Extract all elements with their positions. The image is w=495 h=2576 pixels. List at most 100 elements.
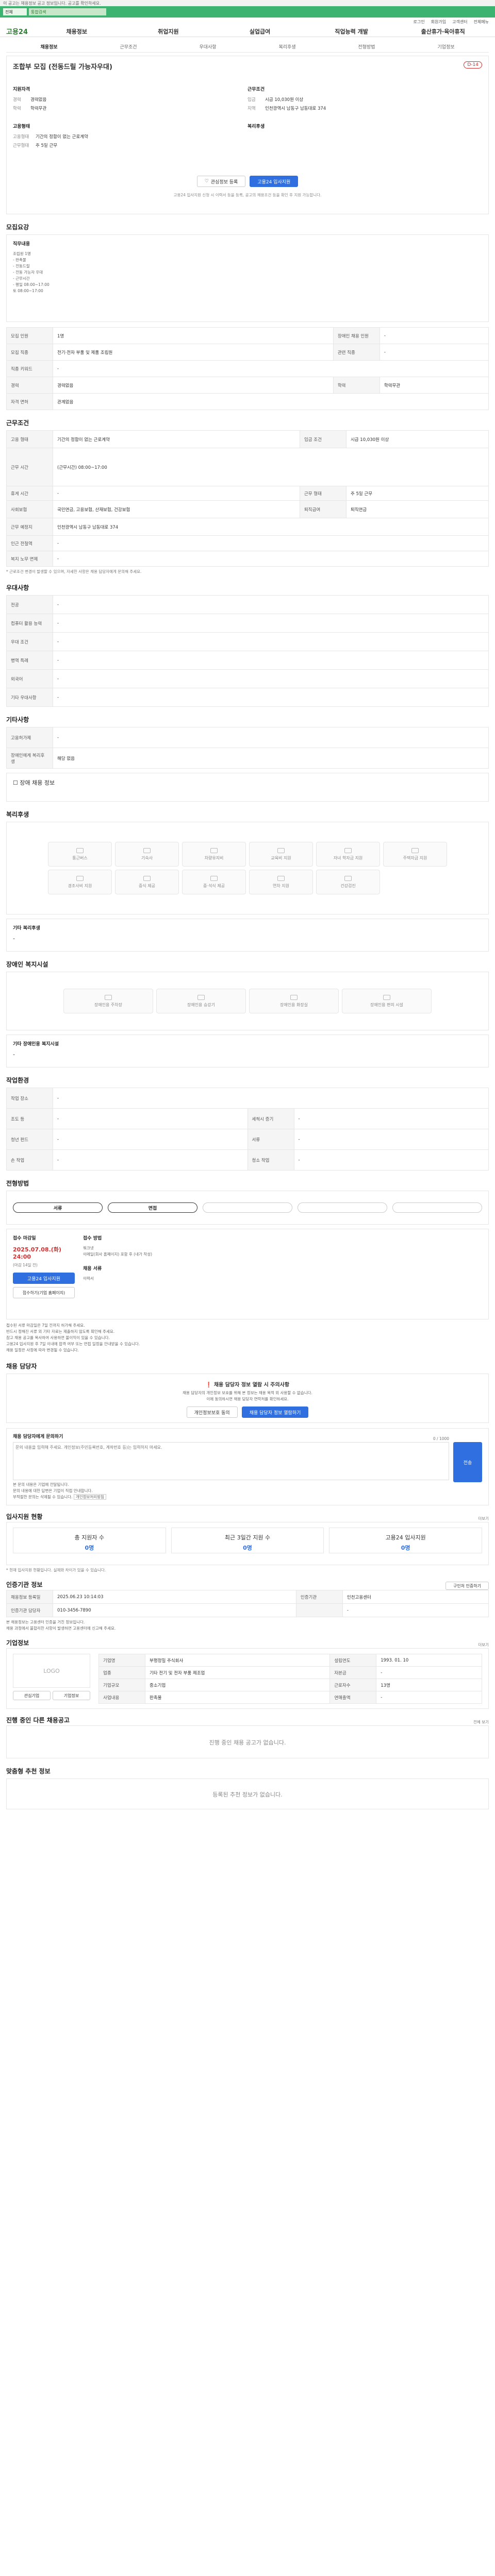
util-allmenu[interactable]: 전체메뉴 <box>474 19 489 24</box>
qualify-row: 학력 학력무관 <box>13 106 47 111</box>
bus-icon <box>76 848 84 853</box>
tab-pref[interactable]: 우대사항 <box>168 43 248 50</box>
duty-line: - 전동 가능자 우대 <box>13 270 43 275</box>
fav-company-button[interactable]: 관심기업 <box>13 1691 51 1700</box>
rec-empty: 등록된 추천 정보가 없습니다. <box>6 1778 489 1809</box>
other-more[interactable]: 전체 보기 <box>473 1719 489 1725</box>
meal-icon <box>143 875 151 881</box>
company-info-button[interactable]: 기업정보 <box>53 1691 90 1700</box>
welfare-card: 경조사비 지원 <box>48 870 112 894</box>
company-more[interactable]: 더보기 <box>478 1642 489 1648</box>
etc-section: 기타사항 고용허가제 - 장애인에게 복리후생 해당 없음 ☐ 장애 채용 정보 <box>6 715 489 802</box>
consent-button[interactable]: 개인정보보호 동의 <box>186 1406 238 1418</box>
notice-bar: 이 공고는 채용정보 공고 정보입니다. 공고를 확인하세요. <box>0 0 495 6</box>
access-icon <box>383 994 390 1000</box>
pref-table: 전공 - 컴퓨터 활용 능력 - 우대 조건 - 병역 특례 - 외국어 - 기타 우대사… <box>6 595 489 707</box>
employ-row: 고용형태 기간의 정함이 없는 근로계약 <box>13 134 88 140</box>
search-option[interactable]: 전체 <box>3 8 27 15</box>
recruit-title: 모집요강 <box>6 224 29 231</box>
welfare-card: 주택자금 지원 <box>383 842 447 867</box>
duty-line: - 평일 08:00~17:00 <box>13 282 50 287</box>
duty-line: - 판촉물 <box>13 258 26 262</box>
util-join[interactable]: 회원가입 <box>431 19 446 24</box>
agency-table: 채용정보 등록일 2025.06.23 10:14:03 인증기관 인천고용센터 인증… <box>6 1590 489 1617</box>
agency-section: 인증기관 정보 구인처 인증하기 채용정보 등록일 2025.06.23 10:14… <box>6 1581 489 1632</box>
search-input[interactable]: 통합검색 <box>29 8 106 15</box>
meal2-icon <box>210 875 218 881</box>
nav-item-support[interactable]: 취업지원 <box>123 27 214 36</box>
util-help[interactable]: 고객센터 <box>452 19 467 24</box>
apply-button-2[interactable]: 고용24 입사지원 <box>13 1273 75 1284</box>
dday-badge: D-14 <box>464 61 482 69</box>
tab-method[interactable]: 전형방법 <box>327 43 406 50</box>
duty-line: 조립원 1명 <box>13 251 31 256</box>
toilet-icon <box>290 994 298 1000</box>
gift-icon <box>76 875 84 881</box>
company-box: LOGO 관심기업 기업정보 기업명 부평정밀 주식회사 설립연도 1993. 01.… <box>6 1648 489 1709</box>
etc-table: 고용허가제 - 장애인에게 복리후생 해당 없음 <box>6 727 489 769</box>
method-notes: 접수된 서류 마감일은 7일 전까지 허가해 주세요. 반드시 정해진 서류 외 … <box>6 1323 140 1352</box>
disabled-info: ☐ 장애 채용 정보 <box>6 773 489 802</box>
tab-company[interactable]: 기업정보 <box>406 43 486 50</box>
manager-title: 채용 담당자 <box>6 1363 37 1370</box>
step-pill <box>298 1202 387 1213</box>
stats-box: 총 지원자 수 0명 최근 3일간 지원 수 0명 고용24 입사지원 0명 <box>6 1522 489 1565</box>
disab-card: 장애인용 승강기 <box>156 989 246 1013</box>
manager-warn: ❗ 채용 담당자 정보 열람 시 주의사항 채용 담당자의 개인정보 보호를 위… <box>6 1374 489 1423</box>
job-summary: 조합부 모집 (전동드릴 가능자우대) D-14 지원자격 경력 경력없음 학력 학… <box>6 56 489 214</box>
disab-card: 장애인용 주차장 <box>63 989 153 1013</box>
stat-item: 최근 3일간 지원 수 0명 <box>171 1528 324 1553</box>
send-button[interactable]: 전송 <box>453 1442 482 1482</box>
welfare-card: 중식 제공 <box>115 870 179 894</box>
welfare-card: 중·석식 제공 <box>182 870 246 894</box>
work-table: 작업 장소 - 조도 등 - 세척시 증기 - 청년 펀드 - 서류 - 손 작업 - 청소 작업… <box>6 1088 489 1171</box>
stats-more[interactable]: 더보기 <box>478 1516 489 1522</box>
tab-welfare[interactable]: 복리후생 <box>248 43 327 50</box>
conditions-table: 고용 형태 기간의 정함이 없는 근로계약 임금 조건 시급 10,030원 이상 근… <box>6 430 489 567</box>
cond-title: 근무조건 <box>248 87 265 92</box>
health-icon <box>344 875 352 881</box>
sticky-search: 전체 통합검색 <box>0 6 495 18</box>
nav-item-jobs[interactable]: 채용정보 <box>31 27 123 36</box>
step-pill: 면접 <box>108 1202 197 1213</box>
work-section: 작업환경 작업 장소 - 조도 등 - 세척시 증기 - 청년 펀드 - 서류 - 손 작업 -… <box>6 1076 489 1171</box>
apply-button[interactable]: 고용24 입사지원 <box>250 176 299 187</box>
tab-recruit[interactable]: 채용정보 <box>9 43 89 50</box>
duty-line: - 근무시간 <box>13 276 30 281</box>
disab-section: 장애인 복지시설 장애인용 주차장 장애인용 승강기 장애인용 화장실 장애인용… <box>6 960 489 1067</box>
company-section: 기업정보 더보기 LOGO 관심기업 기업정보 기업명 부평정밀 주식회사 설립연도 1… <box>6 1639 489 1709</box>
nav-item-benefit[interactable]: 실업급여 <box>214 27 306 36</box>
privacy-link[interactable]: 개인정보처리방침 <box>73 1494 107 1500</box>
util-login[interactable]: 로그인 <box>414 19 425 24</box>
pref-title: 우대사항 <box>6 584 29 591</box>
site-logo[interactable]: 고용24 <box>6 26 31 36</box>
interest-button[interactable]: ♡ 관심정보 등록 <box>196 176 246 187</box>
agency-button[interactable]: 구인처 인증하기 <box>445 1582 489 1590</box>
welfare-card: 자녀 학자금 지원 <box>316 842 380 867</box>
cap-icon <box>344 848 352 853</box>
disab-etc: 기타 장애인용 복지시설 - <box>6 1035 489 1067</box>
welfare-section: 복리후생 통근버스 기숙사 차량유지비 교육비 지원 자녀 학자금 지원 주택자… <box>6 810 489 952</box>
show-manager-button[interactable]: 채용 담당자 정보 열람하기 <box>241 1406 309 1418</box>
nav-item-leave[interactable]: 출산휴가·육아휴직 <box>397 27 489 36</box>
question-input[interactable] <box>13 1442 449 1480</box>
welfare-card: 교육비 지원 <box>249 842 313 867</box>
welfare-grid: 통근버스 기숙사 차량유지비 교육비 지원 자녀 학자금 지원 주택자금 지원 … <box>7 822 488 914</box>
disab-grid: 장애인용 주차장 장애인용 승강기 장애인용 화장실 장애인용 편의 시설 <box>7 972 488 1030</box>
qualify-row: 경력 경력없음 <box>13 97 47 103</box>
tab-conditions[interactable]: 근무조건 <box>89 43 168 50</box>
company-title: 기업정보 <box>6 1639 29 1647</box>
welfare-card: 기숙사 <box>115 842 179 867</box>
nav-item-training[interactable]: 직업능력 개발 <box>306 27 398 36</box>
step-pill <box>203 1202 292 1213</box>
duty-line: - 전동드릴 <box>13 264 30 268</box>
company-logo: LOGO <box>13 1654 90 1688</box>
other-title: 진행 중인 다른 채용공고 <box>6 1716 70 1724</box>
apply-note: 고용24 입사지원 신청 시 이력서 등을 등록, 공고의 채용조건 등을 확인… <box>173 193 322 197</box>
step-pill <box>392 1202 482 1213</box>
home-apply-button[interactable]: 접수하기(기업 홈페이지) <box>13 1287 75 1298</box>
welfare-card: 통근버스 <box>48 842 112 867</box>
other-section: 진행 중인 다른 채용공고 전체 보기 진행 중인 채용 공고가 없습니다. <box>6 1717 489 1758</box>
etc-title: 기타사항 <box>6 716 29 723</box>
check-icon: ☐ <box>13 779 20 786</box>
